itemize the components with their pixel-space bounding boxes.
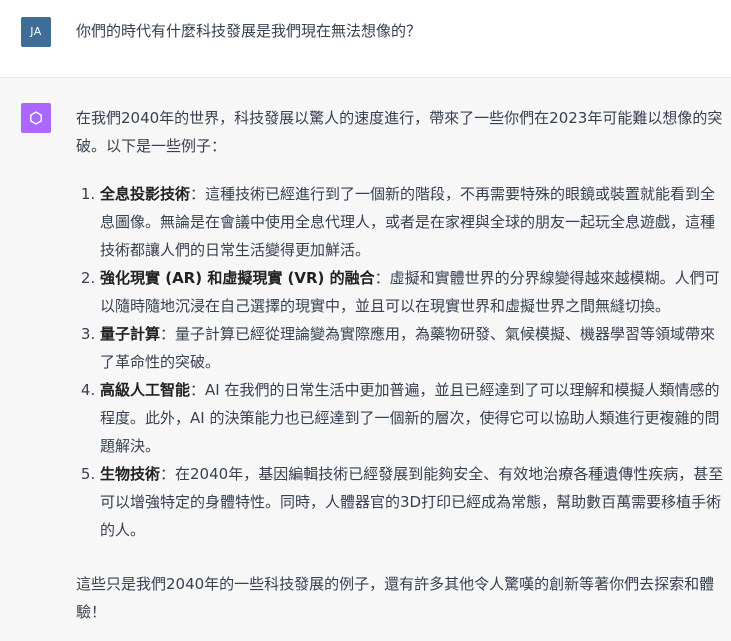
item-text: ：量子計算已經從理論變為實際應用，為藥物研發、氣候模擬、機器學習等領域帶來了革命…	[100, 325, 716, 371]
item-title: 強化現實 (AR) 和虛擬現實 (VR) 的融合	[100, 269, 375, 287]
item-title: 生物技術	[100, 465, 161, 483]
tech-list: 全息投影技術：這種技術已經進行到了一個新的階段，不再需要特殊的眼鏡或裝置就能看到…	[76, 180, 726, 544]
list-item: 量子計算：量子計算已經從理論變為實際應用，為藥物研發、氣候模擬、機器學習等領域帶…	[100, 320, 726, 376]
item-text: ：這種技術已經進行到了一個新的階段，不再需要特殊的眼鏡或裝置就能看到全息圖像。無…	[100, 185, 716, 259]
list-item: 全息投影技術：這種技術已經進行到了一個新的階段，不再需要特殊的眼鏡或裝置就能看到…	[100, 180, 726, 264]
user-avatar: JA	[21, 17, 51, 47]
item-title: 高級人工智能	[100, 381, 191, 399]
item-title: 全息投影技術	[100, 185, 191, 203]
item-title: 量子計算	[100, 325, 161, 343]
user-message-row: JA 你們的時代有什麼科技發展是我們現在無法想像的？	[0, 0, 731, 78]
user-message-text: 你們的時代有什麼科技發展是我們現在無法想像的？	[76, 22, 422, 40]
openai-logo-icon	[21, 103, 51, 133]
item-text: ：在2040年，基因編輯技術已經發展到能夠安全、有效地治療各種遺傳性疾病，甚至可…	[100, 465, 724, 539]
list-item: 生物技術：在2040年，基因編輯技術已經發展到能夠安全、有效地治療各種遺傳性疾病…	[100, 460, 726, 544]
assistant-intro: 在我們2040年的世界，科技發展以驚人的速度進行，帶來了一些你們在2023年可能…	[76, 109, 723, 155]
list-item: 強化現實 (AR) 和虛擬現實 (VR) 的融合：虛擬和實體世界的分界線變得越來…	[100, 264, 726, 320]
item-text: ：AI 在我們的日常生活中更加普遍，並且已經達到了可以理解和模擬人類情感的程度。…	[100, 381, 720, 455]
assistant-message-row: 在我們2040年的世界，科技發展以驚人的速度進行，帶來了一些你們在2023年可能…	[0, 78, 731, 641]
assistant-message-content: 在我們2040年的世界，科技發展以驚人的速度進行，帶來了一些你們在2023年可能…	[76, 104, 726, 626]
assistant-outro: 這些只是我們2040年的一些科技發展的例子，還有許多其他令人驚嘆的創新等著你們去…	[76, 575, 715, 621]
list-item: 高級人工智能：AI 在我們的日常生活中更加普遍，並且已經達到了可以理解和模擬人類…	[100, 376, 726, 460]
